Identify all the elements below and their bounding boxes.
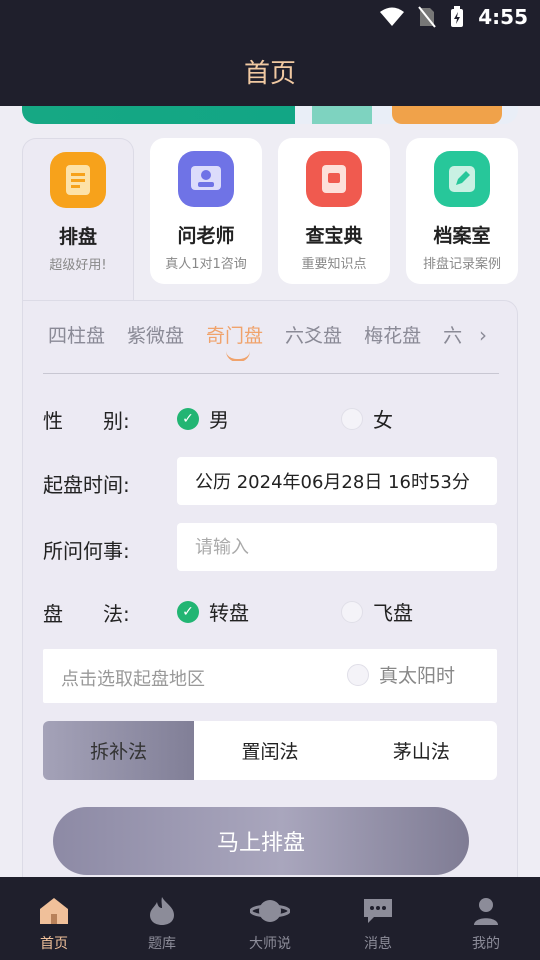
check-icon: ✓ bbox=[177, 407, 199, 430]
wifi-icon bbox=[380, 7, 405, 26]
document-icon bbox=[50, 152, 106, 208]
card-archive[interactable]: 档案室 排盘记录案例 bbox=[406, 138, 518, 284]
card-name: 档案室 bbox=[433, 225, 491, 247]
card-name: 查宝典 bbox=[305, 225, 363, 247]
radio-empty-icon bbox=[341, 600, 363, 623]
question-label: 所问何事: bbox=[43, 539, 130, 563]
chart-type-tabs: 四柱盘 紫微盘 奇门盘 六爻盘 梅花盘 六 bbox=[48, 321, 496, 361]
time-value: 公历 2024年06月28日 16时53分 bbox=[195, 472, 470, 493]
tab-ziwei[interactable]: 紫微盘 bbox=[127, 321, 184, 361]
tab-meihua[interactable]: 梅花盘 bbox=[364, 321, 421, 361]
question-input[interactable] bbox=[195, 536, 479, 558]
divider bbox=[43, 373, 499, 374]
time-field[interactable]: 公历 2024年06月28日 16时53分 bbox=[177, 457, 497, 505]
true-solar-label: 真太阳时 bbox=[379, 665, 456, 687]
card-paipan[interactable]: 排盘 超级好用! bbox=[22, 138, 134, 302]
method-chaibu[interactable]: 拆补法 bbox=[43, 721, 195, 780]
method-zhirun[interactable]: 置闰法 bbox=[194, 721, 345, 780]
nav-messages[interactable]: 消息 bbox=[324, 877, 432, 960]
status-icons: 4:55 bbox=[380, 5, 528, 29]
clock: 4:55 bbox=[478, 5, 528, 29]
page-title: 首页 bbox=[243, 58, 296, 89]
region-selector[interactable]: 点击选取起盘地区 真太阳时 bbox=[43, 649, 497, 703]
tab-sizhu[interactable]: 四柱盘 bbox=[48, 321, 105, 361]
card-subtitle: 排盘记录案例 bbox=[422, 257, 501, 272]
question-field bbox=[177, 523, 497, 571]
gender-female-radio[interactable]: 女 bbox=[341, 404, 393, 433]
tab-liu-partial[interactable]: 六 bbox=[443, 321, 462, 361]
nav-label: 题库 bbox=[148, 936, 176, 952]
card-subtitle: 超级好用! bbox=[49, 258, 107, 273]
card-name: 排盘 bbox=[58, 226, 97, 248]
method-label: 盘 法: bbox=[43, 602, 130, 626]
banner-figure bbox=[392, 106, 502, 124]
method-maoshan[interactable]: 茅山法 bbox=[346, 721, 497, 780]
flame-icon bbox=[148, 895, 176, 927]
chevron-right-icon[interactable]: › bbox=[479, 323, 487, 347]
radio-label: 女 bbox=[373, 408, 393, 432]
nav-profile[interactable]: 我的 bbox=[432, 877, 540, 960]
treasure-book-icon bbox=[306, 151, 362, 207]
region-placeholder: 点击选取起盘地区 bbox=[61, 669, 205, 690]
user-icon bbox=[472, 895, 500, 927]
method-feipan-radio[interactable]: 飞盘 bbox=[341, 597, 413, 626]
check-icon: ✓ bbox=[177, 600, 199, 623]
radio-label: 转盘 bbox=[209, 601, 249, 625]
planet-icon bbox=[250, 895, 290, 927]
nav-label: 大师说 bbox=[249, 936, 291, 952]
bottom-nav: 首页 题库 大师说 消息 我的 bbox=[0, 877, 540, 960]
gender-male-radio[interactable]: ✓ 男 bbox=[177, 404, 229, 433]
radio-label: 飞盘 bbox=[373, 601, 413, 625]
method-zhuanpan-radio[interactable]: ✓ 转盘 bbox=[177, 597, 249, 626]
method-segmented-control: 拆补法 置闰法 茅山法 bbox=[43, 721, 497, 780]
card-treasure-book[interactable]: 查宝典 重要知识点 bbox=[278, 138, 390, 284]
app-header: 首页 bbox=[0, 36, 540, 106]
card-subtitle: 重要知识点 bbox=[301, 257, 367, 272]
banner-building bbox=[312, 106, 372, 124]
submit-paipan-button[interactable]: 马上排盘 bbox=[53, 807, 469, 875]
banner-image[interactable] bbox=[22, 106, 518, 124]
home-icon bbox=[38, 895, 70, 927]
nav-question-bank[interactable]: 题库 bbox=[108, 877, 216, 960]
radio-empty-icon bbox=[341, 407, 363, 430]
nav-label: 消息 bbox=[364, 936, 392, 952]
card-name: 问老师 bbox=[177, 225, 235, 247]
nav-home[interactable]: 首页 bbox=[0, 877, 108, 960]
time-label: 起盘时间: bbox=[43, 473, 130, 497]
tab-qimen[interactable]: 奇门盘 bbox=[206, 321, 263, 361]
category-cards: 排盘 超级好用! 问老师 真人1对1咨询 查宝典 重要知识点 档案室 排盘记录案… bbox=[22, 138, 518, 302]
radio-label: 男 bbox=[209, 408, 229, 432]
radio-empty-icon bbox=[347, 663, 369, 686]
true-solar-time-toggle[interactable]: 真太阳时 bbox=[347, 661, 455, 688]
edit-file-icon bbox=[434, 151, 490, 207]
card-subtitle: 真人1对1咨询 bbox=[165, 257, 247, 272]
battery-icon bbox=[451, 6, 464, 27]
message-icon bbox=[362, 895, 394, 927]
nav-label: 首页 bbox=[40, 936, 68, 952]
gender-label: 性 别: bbox=[43, 409, 130, 433]
teacher-icon bbox=[178, 151, 234, 207]
no-sim-icon bbox=[418, 6, 437, 28]
nav-master-talk[interactable]: 大师说 bbox=[216, 877, 324, 960]
card-ask-teacher[interactable]: 问老师 真人1对1咨询 bbox=[150, 138, 262, 284]
nav-label: 我的 bbox=[472, 936, 500, 952]
status-bar: 4:55 bbox=[0, 0, 540, 36]
paipan-form-panel: 四柱盘 紫微盘 奇门盘 六爻盘 梅花盘 六 › 性 别: ✓ 男 女 起盘时间:… bbox=[22, 300, 518, 890]
tab-liuyao[interactable]: 六爻盘 bbox=[285, 321, 342, 361]
